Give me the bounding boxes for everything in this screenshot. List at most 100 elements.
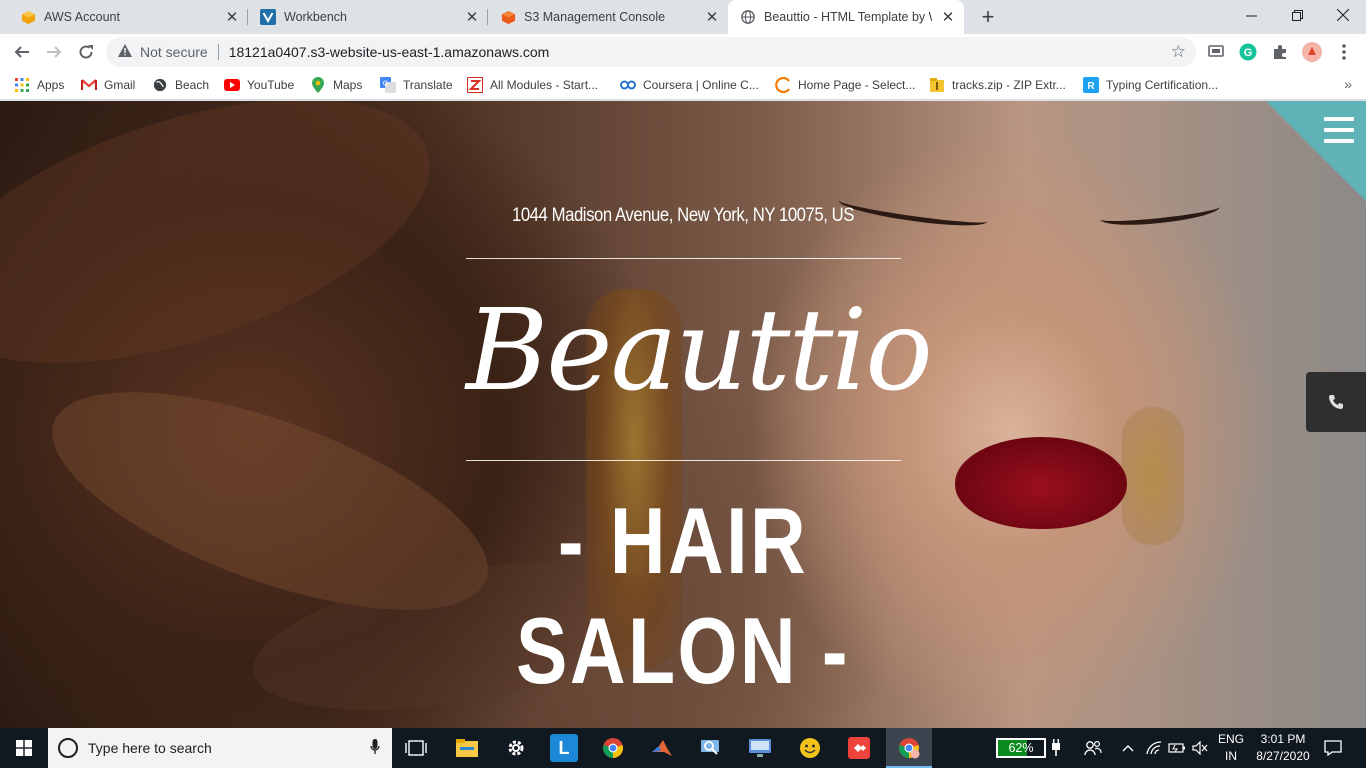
- globe-icon: [152, 77, 168, 93]
- close-window-icon[interactable]: [1320, 0, 1366, 30]
- bookmark-gmail[interactable]: Gmail: [81, 76, 135, 94]
- notifications-icon[interactable]: [1324, 728, 1342, 768]
- chrome-profile-icon[interactable]: [895, 734, 923, 762]
- matlab-icon[interactable]: [648, 734, 676, 762]
- bookmark-label: Apps: [37, 78, 65, 92]
- battery-tray-icon[interactable]: [1168, 728, 1186, 768]
- wifi-icon[interactable]: [1146, 728, 1162, 768]
- modules-icon: [467, 77, 483, 93]
- network-tool-icon[interactable]: [697, 734, 725, 762]
- language-indicator[interactable]: ENG IN: [1216, 731, 1246, 765]
- chrome-icon[interactable]: [599, 734, 627, 762]
- bookmark-coursera[interactable]: Coursera | Online C...: [620, 76, 759, 94]
- show-hidden-icons-chevron-icon[interactable]: [1122, 728, 1134, 768]
- reload-icon[interactable]: [72, 38, 100, 66]
- cortana-circle-icon: [58, 738, 78, 758]
- security-label[interactable]: Not secure: [140, 44, 208, 60]
- tab-workbench[interactable]: Workbench ✕: [248, 0, 488, 34]
- salon-address: 1044 Madison Avenue, New York, NY 10075,…: [511, 205, 855, 226]
- task-view-icon[interactable]: [402, 734, 430, 762]
- minimize-icon[interactable]: [1228, 0, 1274, 30]
- home-page-icon: [775, 77, 791, 93]
- bookmark-maps[interactable]: Maps: [310, 76, 362, 94]
- svg-text:R: R: [1087, 81, 1095, 92]
- anydesk-icon[interactable]: [845, 734, 873, 762]
- bookmark-apps[interactable]: Apps: [14, 76, 64, 94]
- forward-arrow-icon[interactable]: [40, 38, 68, 66]
- bookmark-translate[interactable]: G Translate: [380, 76, 453, 94]
- menu-corner-accent: [1266, 101, 1366, 201]
- divider-top: [466, 258, 901, 259]
- bookmark-star-icon[interactable]: ☆: [1171, 42, 1186, 62]
- bookmark-youtube[interactable]: YouTube: [224, 76, 294, 94]
- typing-icon: R: [1083, 77, 1099, 93]
- bookmark-typing-certification[interactable]: R Typing Certification...: [1083, 76, 1218, 94]
- extensions-puzzle-icon[interactable]: [1270, 42, 1290, 62]
- close-tab-icon[interactable]: ✕: [940, 9, 956, 26]
- new-tab-plus-icon[interactable]: +: [976, 4, 1000, 29]
- kebab-menu-icon[interactable]: [1334, 42, 1354, 62]
- microphone-icon[interactable]: [370, 738, 380, 758]
- tab-s3-console[interactable]: S3 Management Console ✕: [488, 0, 728, 34]
- more-bookmarks-chevron-icon[interactable]: »: [1344, 76, 1352, 92]
- battery-indicator[interactable]: 62%: [996, 738, 1046, 758]
- tab-title: Workbench: [284, 10, 347, 24]
- hero-tagline: - HAIR SALON -: [515, 488, 851, 703]
- taskbar-search-box[interactable]: Type here to search: [48, 728, 392, 768]
- hamburger-menu-icon[interactable]: [1324, 117, 1354, 143]
- tab-title: Beauttio - HTML Template by Wo: [764, 10, 932, 24]
- apps-grid-icon: [14, 77, 30, 93]
- bookmark-all-modules[interactable]: All Modules - Start...: [467, 76, 598, 94]
- lens-l-app-icon[interactable]: L: [550, 734, 578, 762]
- profile-avatar-icon[interactable]: [1302, 42, 1322, 62]
- tab-beauttio[interactable]: Beauttio - HTML Template by Wo ✕: [728, 0, 964, 34]
- bookmark-home-page[interactable]: Home Page - Select...: [775, 76, 915, 94]
- bookmark-beach[interactable]: Beach: [152, 76, 209, 94]
- coursera-icon: [620, 77, 636, 93]
- hair-highlight: [0, 101, 462, 416]
- settings-gear-icon[interactable]: [502, 734, 530, 762]
- clock-time: 3:01 PM: [1260, 732, 1306, 746]
- bookmark-tracks-zip[interactable]: tracks.zip - ZIP Extr...: [929, 76, 1066, 94]
- bookmark-label: All Modules - Start...: [490, 78, 599, 92]
- gmail-icon: [81, 77, 97, 93]
- tab-strip: AWS Account ✕ Workbench ✕ S3 Management …: [0, 0, 1366, 34]
- lips: [955, 437, 1127, 529]
- windows-start-icon[interactable]: [0, 728, 48, 768]
- translate-icon: G: [380, 77, 396, 93]
- power-plug-icon[interactable]: [1050, 728, 1062, 768]
- file-explorer-icon[interactable]: [453, 734, 481, 762]
- people-icon[interactable]: [1084, 728, 1102, 768]
- volume-muted-icon[interactable]: [1192, 728, 1208, 768]
- url-text[interactable]: 18121a0407.s3-website-us-east-1.amazonaw…: [229, 44, 550, 60]
- grammarly-icon[interactable]: G: [1238, 42, 1258, 62]
- language-line2: IN: [1225, 749, 1237, 763]
- language-line1: ENG: [1217, 732, 1244, 746]
- bookmark-label: Maps: [333, 78, 363, 92]
- youtube-icon: [224, 77, 240, 93]
- bookmark-label: Translate: [403, 78, 453, 92]
- restore-icon[interactable]: [1274, 0, 1320, 30]
- close-tab-icon[interactable]: ✕: [704, 9, 720, 26]
- emoji-app-icon[interactable]: [796, 734, 824, 762]
- system-clock[interactable]: 3:01 PM 8/27/2020: [1248, 731, 1318, 765]
- svg-text:G: G: [1244, 47, 1253, 59]
- phone-icon[interactable]: [1306, 372, 1366, 432]
- address-bar[interactable]: Not secure 18121a0407.s3-website-us-east…: [106, 37, 1196, 67]
- back-arrow-icon[interactable]: [8, 38, 36, 66]
- clock-date: 8/27/2020: [1256, 749, 1310, 763]
- eye-right: [1099, 196, 1221, 230]
- zip-icon: [929, 77, 945, 93]
- bookmark-label: Gmail: [104, 78, 136, 92]
- cast-icon[interactable]: [1206, 42, 1226, 62]
- remote-desktop-icon[interactable]: [746, 734, 774, 762]
- bookmark-label: tracks.zip - ZIP Extr...: [952, 78, 1066, 92]
- hero-section: 1044 Madison Avenue, New York, NY 10075,…: [0, 101, 1366, 728]
- close-tab-icon[interactable]: ✕: [464, 9, 480, 26]
- bookmarks-bar: Apps Gmail Beach YouTube Maps G Translat…: [0, 70, 1366, 100]
- workbench-v-icon: [260, 9, 276, 25]
- bookmark-label: Home Page - Select...: [798, 78, 916, 92]
- tab-aws-account[interactable]: AWS Account ✕: [8, 0, 248, 34]
- bookmark-label: YouTube: [247, 78, 295, 92]
- close-tab-icon[interactable]: ✕: [224, 9, 240, 26]
